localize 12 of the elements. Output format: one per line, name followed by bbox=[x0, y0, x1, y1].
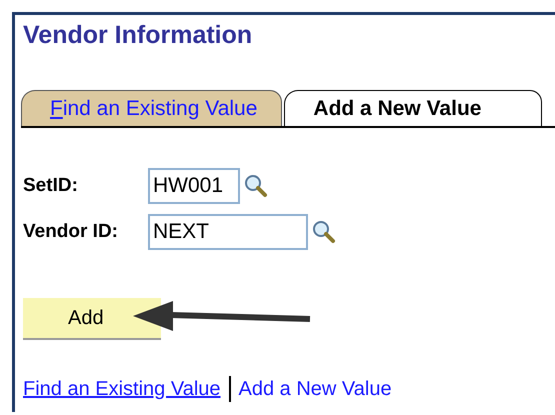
field-label: Vendor ID: bbox=[23, 221, 120, 243]
input-field[interactable]: NEXT bbox=[148, 214, 308, 250]
search-icon[interactable] bbox=[244, 174, 268, 198]
tab[interactable]: Find an Existing Value bbox=[21, 90, 282, 126]
tab[interactable]: Add a New Value bbox=[284, 90, 542, 126]
link[interactable]: Find an Existing Value bbox=[23, 378, 221, 400]
search-icon[interactable] bbox=[312, 220, 336, 244]
link[interactable]: Add a New Value bbox=[238, 378, 392, 400]
field-label: SetID: bbox=[23, 175, 79, 197]
input-field[interactable]: HW001 bbox=[148, 168, 240, 204]
page-title: Vendor Information bbox=[23, 21, 252, 50]
add-button[interactable]: Add bbox=[23, 298, 161, 340]
